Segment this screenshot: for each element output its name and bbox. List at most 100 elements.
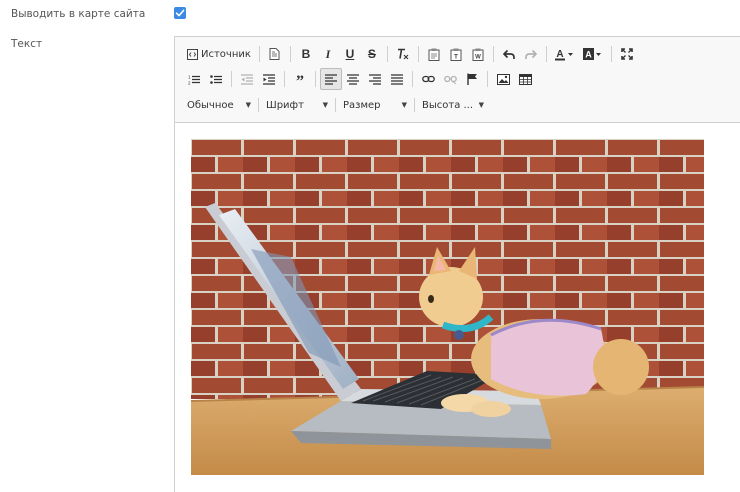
source-button-label: Источник [201,48,251,60]
editor-content[interactable] [191,139,704,475]
link-icon [421,75,435,83]
text-color-button[interactable]: A [551,43,579,65]
font-dropdown-value: Шрифт [266,99,304,111]
redo-icon [525,49,537,59]
undo-button[interactable] [498,43,520,65]
unlink-button[interactable] [439,68,461,90]
align-left-icon [325,73,337,85]
blockquote-button[interactable]: ” [289,68,311,90]
table-button[interactable] [514,68,536,90]
align-justify-button[interactable] [386,68,408,90]
size-dropdown[interactable]: Размер ▼ [339,95,411,115]
source-icon [187,48,198,60]
flag-icon [466,73,477,85]
remove-format-button[interactable] [392,43,414,65]
maximize-button[interactable] [616,43,638,65]
link-button[interactable] [417,68,439,90]
size-dropdown-value: Размер [343,99,381,111]
italic-button[interactable]: I [317,43,339,65]
paste-text-button[interactable]: T [445,43,467,65]
align-left-button[interactable] [320,68,342,90]
indent-button[interactable] [258,68,280,90]
underline-button[interactable]: U [339,43,361,65]
toolbar-separator [386,46,388,62]
image-button[interactable] [492,68,514,90]
chevron-down-icon: ▼ [322,101,328,109]
table-icon [518,73,532,85]
svg-text:A: A [585,49,592,59]
toolbar-row-3: Обычное ▼ Шрифт ▼ Размер ▼ Высота ... ▼ [183,94,488,116]
quote-icon: ” [296,72,304,90]
format-dropdown[interactable]: Обычное ▼ [183,95,255,115]
background-color-button[interactable]: A [579,43,607,65]
toolbar-separator [610,46,612,62]
toolbar-separator [258,46,260,62]
outdent-icon [241,73,253,85]
underline-icon: U [345,47,355,61]
toolbar-separator [289,46,291,62]
svg-text:T: T [454,53,458,60]
font-dropdown[interactable]: Шрифт ▼ [262,95,332,115]
chevron-down-icon: ▼ [245,101,251,109]
toolbar-separator [492,46,494,62]
toolbar-separator [417,46,419,62]
align-right-icon [369,73,381,85]
chevron-down-icon: ▼ [401,101,407,109]
background-color-icon: A [582,47,601,60]
align-right-button[interactable] [364,68,386,90]
clipboard-word-icon: W [472,48,484,61]
align-center-icon [347,73,359,85]
svg-text:W: W [475,54,481,60]
strikethrough-button[interactable]: S [361,43,383,65]
source-button[interactable]: Источник [183,43,255,65]
svg-text:1: 1 [188,74,191,79]
toolbar-row-2: 1 2 ” [183,68,536,90]
sitemap-label: Выводить в карте сайта [11,8,146,20]
toolbar-separator [231,71,232,87]
toolbar-separator [258,98,259,112]
line-height-dropdown[interactable]: Высота ... ▼ [418,95,488,115]
toolbar-separator [284,71,285,87]
check-icon [175,9,185,17]
redo-button[interactable] [520,43,542,65]
svg-text:2: 2 [188,80,191,85]
chevron-down-icon: ▼ [478,101,484,109]
strikethrough-icon: S [367,47,376,61]
preview-button[interactable] [264,43,286,65]
align-center-button[interactable] [342,68,364,90]
bulleted-list-button[interactable] [205,68,227,90]
toolbar-separator [545,46,547,62]
toolbar-separator [335,98,336,112]
document-icon [269,48,280,60]
numbered-list-button[interactable]: 1 2 [183,68,205,90]
italic-icon: I [325,46,331,61]
unlink-icon [443,75,457,84]
outdent-button[interactable] [236,68,258,90]
svg-text:A: A [556,49,563,60]
editor-toolbar: Источник B I U S T W A A 1 2 ” Обычное ▼… [175,37,740,123]
rich-text-editor: Источник B I U S T W A A 1 2 ” Обычное ▼… [174,36,740,492]
photo-illustration [191,139,704,475]
clipboard-icon [428,48,440,61]
paste-button[interactable] [423,43,445,65]
toolbar-separator [315,71,316,87]
anchor-button[interactable] [461,68,483,90]
indent-icon [263,73,275,85]
cat-laptop-image[interactable] [191,139,704,475]
undo-icon [503,49,515,59]
numbered-list-icon: 1 2 [188,74,200,85]
align-justify-icon [391,73,403,85]
bold-button[interactable]: B [295,43,317,65]
bold-icon: B [301,47,311,61]
toolbar-row-1: Источник B I U S T W A A [183,43,638,65]
line-height-dropdown-value: Высота ... [422,99,474,111]
text-color-icon: A [554,49,573,60]
paste-word-button[interactable]: W [467,43,489,65]
toolbar-separator [487,71,488,87]
sitemap-checkbox[interactable] [174,7,186,19]
format-dropdown-value: Обычное [187,99,234,111]
remove-format-icon [398,48,409,60]
maximize-icon [621,48,633,60]
toolbar-separator [414,98,415,112]
image-icon [496,73,510,85]
